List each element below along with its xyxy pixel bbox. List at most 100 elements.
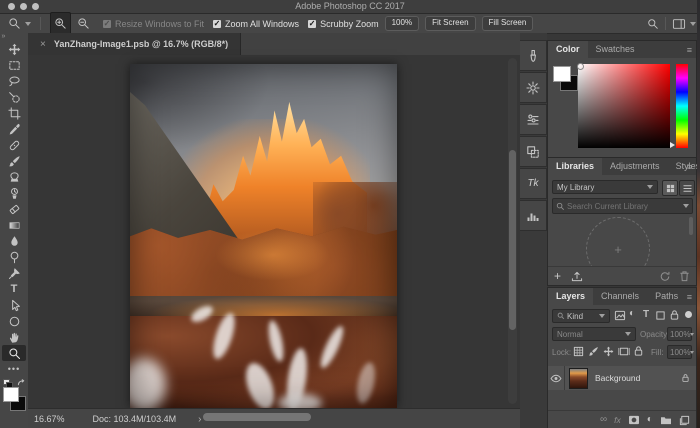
- tab-libraries[interactable]: Libraries: [548, 158, 602, 175]
- add-layer-mask-button[interactable]: [628, 415, 640, 425]
- status-chevron-icon[interactable]: ›: [198, 414, 201, 425]
- tool-path-selection[interactable]: [2, 297, 26, 313]
- tool-type[interactable]: T: [2, 281, 26, 297]
- hue-slider-marker[interactable]: [670, 142, 675, 148]
- tool-eraser[interactable]: [2, 201, 26, 217]
- tool-more-tools[interactable]: •••: [2, 361, 26, 377]
- zoom-tool-preset[interactable]: [5, 13, 34, 34]
- status-zoom-field[interactable]: 16.67%: [34, 414, 65, 424]
- tab-swatches[interactable]: Swatches: [588, 41, 643, 58]
- tab-layers[interactable]: Layers: [548, 288, 593, 305]
- filter-type-layers-button[interactable]: T: [643, 309, 649, 320]
- new-layer-button[interactable]: [679, 415, 690, 426]
- photo-document[interactable]: [130, 64, 397, 408]
- adjustments-panel-button[interactable]: [520, 72, 547, 103]
- zoom-out-button[interactable]: [74, 13, 93, 34]
- layer-filter-select[interactable]: Kind: [552, 309, 610, 323]
- tool-pen[interactable]: [2, 265, 26, 281]
- tool-ellipse[interactable]: [2, 313, 26, 329]
- foreground-color-swatch[interactable]: [553, 66, 571, 82]
- clone-source-panel-button[interactable]: [520, 136, 547, 167]
- layer-filter-toggle[interactable]: [685, 311, 692, 318]
- zoom-in-button[interactable]: [50, 12, 71, 35]
- import-icon[interactable]: [571, 271, 583, 282]
- foreground-color-swatch[interactable]: [3, 387, 19, 402]
- new-group-button[interactable]: [660, 415, 672, 425]
- window-close-button[interactable]: [8, 3, 15, 10]
- search-icon[interactable]: [647, 18, 659, 30]
- filter-shape-layers-button[interactable]: [655, 310, 666, 321]
- scrubby-zoom-checkbox[interactable]: ✓ Scrubby Zoom: [308, 14, 379, 33]
- tool-rectangular-marquee[interactable]: [2, 57, 26, 73]
- layer-style-button[interactable]: fx: [614, 415, 621, 425]
- opacity-select[interactable]: 100%: [667, 327, 692, 341]
- tool-clone-stamp[interactable]: [2, 169, 26, 185]
- tab-color[interactable]: Color: [548, 41, 588, 58]
- lock-pixels-button[interactable]: [588, 346, 599, 357]
- tab-styles[interactable]: Styles: [668, 158, 700, 175]
- brush-settings-panel-button[interactable]: [520, 40, 547, 71]
- tool-brush[interactable]: [2, 153, 26, 169]
- fill-screen-button[interactable]: Fill Screen: [482, 16, 534, 31]
- tool-crop[interactable]: [2, 105, 26, 121]
- tool-quick-selection[interactable]: [2, 89, 26, 105]
- tool-blur[interactable]: [2, 233, 26, 249]
- horizontal-scrollbar-thumb[interactable]: [203, 413, 311, 421]
- tool-zoom[interactable]: [2, 345, 26, 361]
- filter-adjustment-layers-button[interactable]: ◐: [629, 309, 635, 319]
- swap-colors-icon[interactable]: [17, 379, 26, 387]
- blend-mode-select[interactable]: Normal: [552, 327, 636, 341]
- tool-spot-healing[interactable]: [2, 137, 26, 153]
- filter-smart-objects-button[interactable]: [669, 309, 680, 321]
- panel-menu-icon[interactable]: ≡: [687, 46, 692, 54]
- document-tab[interactable]: × YanZhang-Image1.psb @ 16.7% (RGB/8*): [28, 33, 241, 55]
- trash-icon[interactable]: [679, 270, 690, 282]
- tool-hand[interactable]: [2, 329, 26, 345]
- zoom-percent-button[interactable]: 100%: [385, 16, 419, 31]
- link-layers-button[interactable]: ∞: [600, 416, 607, 424]
- tool-dodge[interactable]: [2, 249, 26, 265]
- tool-gradient[interactable]: [2, 217, 26, 233]
- histogram-panel-button[interactable]: [520, 200, 547, 231]
- tool-history-brush[interactable]: [2, 185, 26, 201]
- layer-visibility-toggle[interactable]: [548, 374, 564, 383]
- lock-all-button[interactable]: [633, 345, 644, 357]
- hue-slider[interactable]: [676, 64, 688, 148]
- new-adjustment-layer-button[interactable]: ◐: [647, 415, 653, 425]
- fill-select[interactable]: 100%: [667, 345, 692, 359]
- tool-move[interactable]: [2, 41, 26, 57]
- filter-pixel-layers-button[interactable]: [614, 310, 626, 321]
- chevron-down-icon[interactable]: [690, 22, 696, 26]
- lock-position-button[interactable]: [603, 346, 614, 357]
- tab-paths[interactable]: Paths: [647, 288, 686, 305]
- sync-icon[interactable]: [659, 271, 671, 282]
- tool-lasso[interactable]: [2, 73, 26, 89]
- resize-windows-checkbox[interactable]: ✓ Resize Windows to Fit: [103, 14, 204, 33]
- layer-name[interactable]: Background: [595, 373, 640, 383]
- grid-view-button[interactable]: [662, 180, 678, 196]
- color-saturation-field[interactable]: [578, 64, 670, 148]
- zoom-all-windows-checkbox[interactable]: ✓ Zoom All Windows: [213, 14, 299, 33]
- library-search-input[interactable]: [565, 201, 669, 212]
- toolbar-collapse-icon[interactable]: »: [0, 33, 30, 41]
- vertical-scrollbar-thumb[interactable]: [509, 150, 516, 330]
- library-search-field[interactable]: [552, 198, 693, 214]
- panel-menu-icon[interactable]: ≡: [687, 163, 692, 171]
- properties-panel-button[interactable]: [520, 104, 547, 135]
- window-zoom-button[interactable]: [32, 3, 39, 10]
- new-library-element-button[interactable]: +: [554, 271, 561, 281]
- window-minimize-button[interactable]: [20, 3, 27, 10]
- library-select[interactable]: My Library: [552, 180, 658, 194]
- workspace-icon[interactable]: [672, 18, 686, 30]
- lock-transparency-button[interactable]: [573, 346, 584, 357]
- fit-screen-button[interactable]: Fit Screen: [425, 16, 475, 31]
- list-view-button[interactable]: [679, 180, 695, 196]
- tab-adjustments[interactable]: Adjustments: [602, 158, 668, 175]
- panel-scrollbar-thumb[interactable]: [689, 217, 693, 235]
- panel-menu-icon[interactable]: ≡: [687, 293, 692, 301]
- layer-thumbnail[interactable]: [569, 368, 588, 389]
- tool-eyedropper[interactable]: [2, 121, 26, 137]
- close-tab-icon[interactable]: ×: [40, 39, 46, 50]
- lock-artboard-button[interactable]: [618, 346, 630, 357]
- tk-panel-button[interactable]: Tk: [520, 168, 547, 199]
